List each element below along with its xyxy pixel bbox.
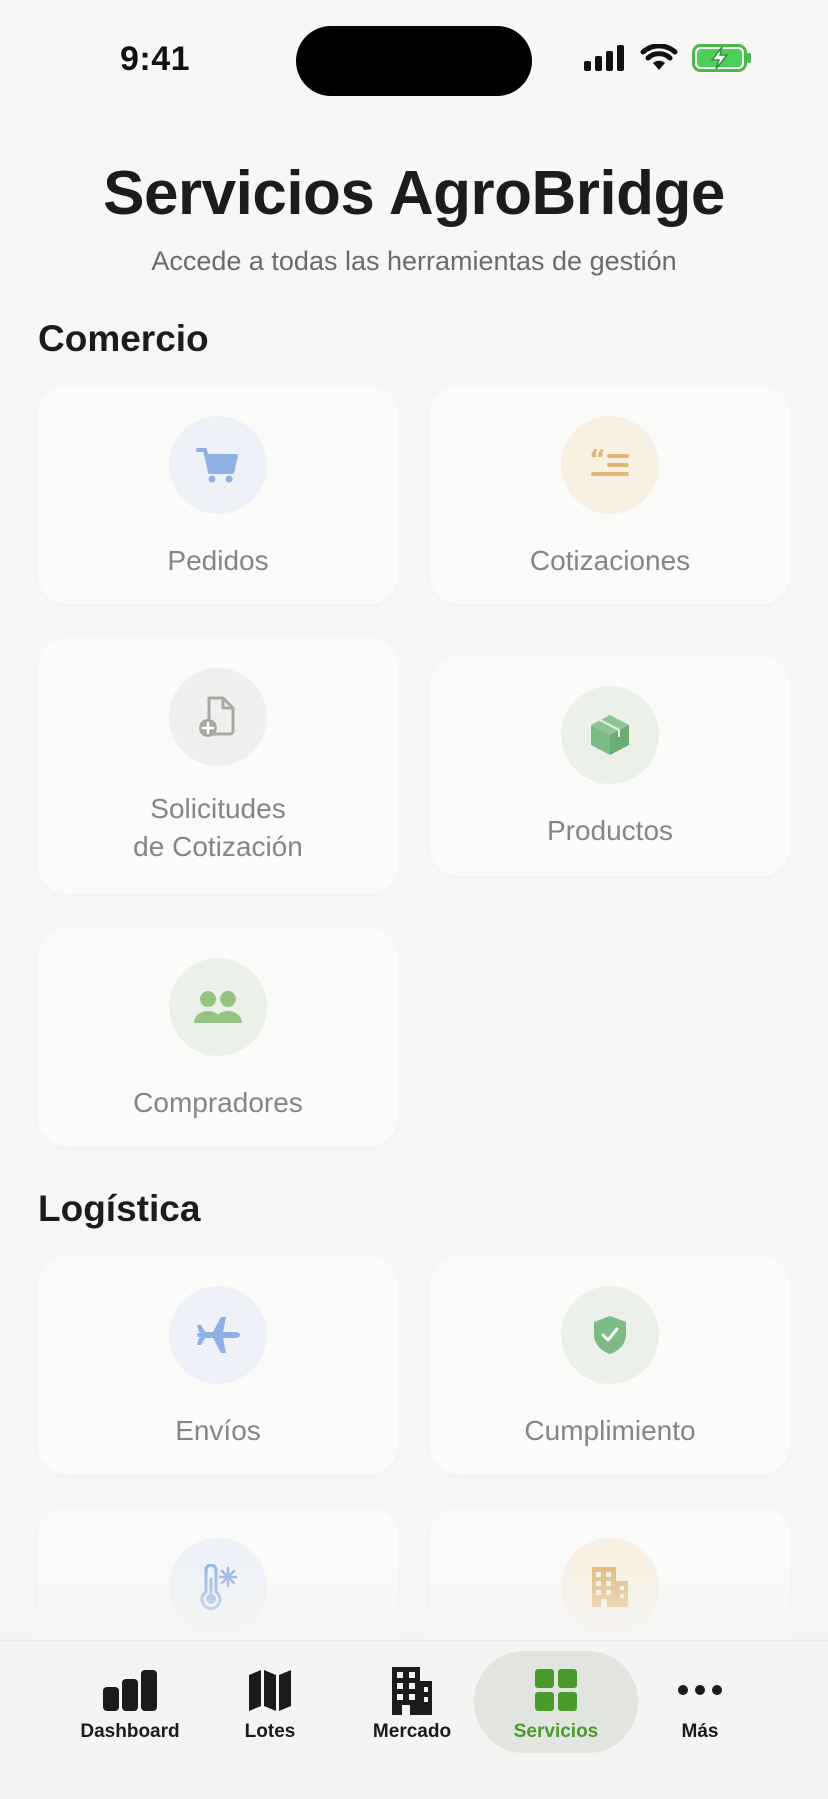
page-subtitle: Accede a todas las herramientas de gesti… (151, 246, 677, 276)
quote-list-icon: “ (561, 416, 659, 514)
people-icon (169, 958, 267, 1056)
service-label: Compradores (133, 1087, 303, 1118)
tab-dashboard[interactable]: Dashboard (68, 1663, 192, 1763)
svg-text:“: “ (589, 448, 606, 475)
service-card-productos[interactable]: Productos (430, 656, 790, 876)
section-title-comercio: Comercio (38, 318, 209, 359)
battery-charging-icon (692, 44, 751, 72)
map-icon (220, 1665, 320, 1715)
service-card-cotizaciones[interactable]: “ Cotizaciones (430, 386, 790, 604)
status-bar: 9:41 (0, 0, 828, 110)
tab-servicios[interactable]: Servicios (474, 1651, 638, 1753)
section-title-logistica: Logística (38, 1188, 201, 1229)
more-icon (660, 1665, 740, 1715)
status-icons (584, 44, 752, 72)
dynamic-island (296, 26, 532, 96)
tab-bar: Dashboard Lotes Mercado Servicios Más (0, 1640, 828, 1799)
service-label: Envíos (175, 1415, 261, 1446)
cart-icon (169, 416, 267, 514)
service-card-cumplimiento[interactable]: Cumplimiento (430, 1256, 790, 1474)
building-icon (362, 1665, 462, 1715)
tab-lotes[interactable]: Lotes (220, 1663, 320, 1763)
service-label: Pedidos (167, 545, 269, 576)
grid-icon (474, 1665, 638, 1715)
service-label: Cotizaciones (529, 545, 691, 576)
page-title: Servicios AgroBridge (103, 159, 725, 228)
service-card-envios[interactable]: Envíos (38, 1256, 398, 1474)
service-card-solicitudes-de-cotizacion[interactable]: Solicitudes de Cotización (38, 638, 398, 894)
tab-mas[interactable]: Más (660, 1663, 740, 1763)
service-card-compradores[interactable]: Compradores (38, 928, 398, 1146)
service-card-pedidos[interactable]: Pedidos (38, 386, 398, 604)
bar-chart-icon (68, 1665, 192, 1715)
wifi-icon (640, 44, 678, 70)
shield-check-icon (561, 1286, 659, 1384)
document-add-icon (169, 668, 267, 766)
tab-bar-fade (0, 1560, 828, 1640)
box-icon (561, 686, 659, 784)
service-label: Productos (546, 815, 674, 846)
service-label: Solicitudes de Cotización (133, 793, 303, 862)
service-label: Cumplimiento (524, 1415, 696, 1446)
status-time: 9:41 (120, 40, 191, 78)
tab-mercado[interactable]: Mercado (362, 1663, 462, 1763)
airplane-icon (169, 1286, 267, 1384)
cellular-signal-icon (584, 45, 624, 71)
